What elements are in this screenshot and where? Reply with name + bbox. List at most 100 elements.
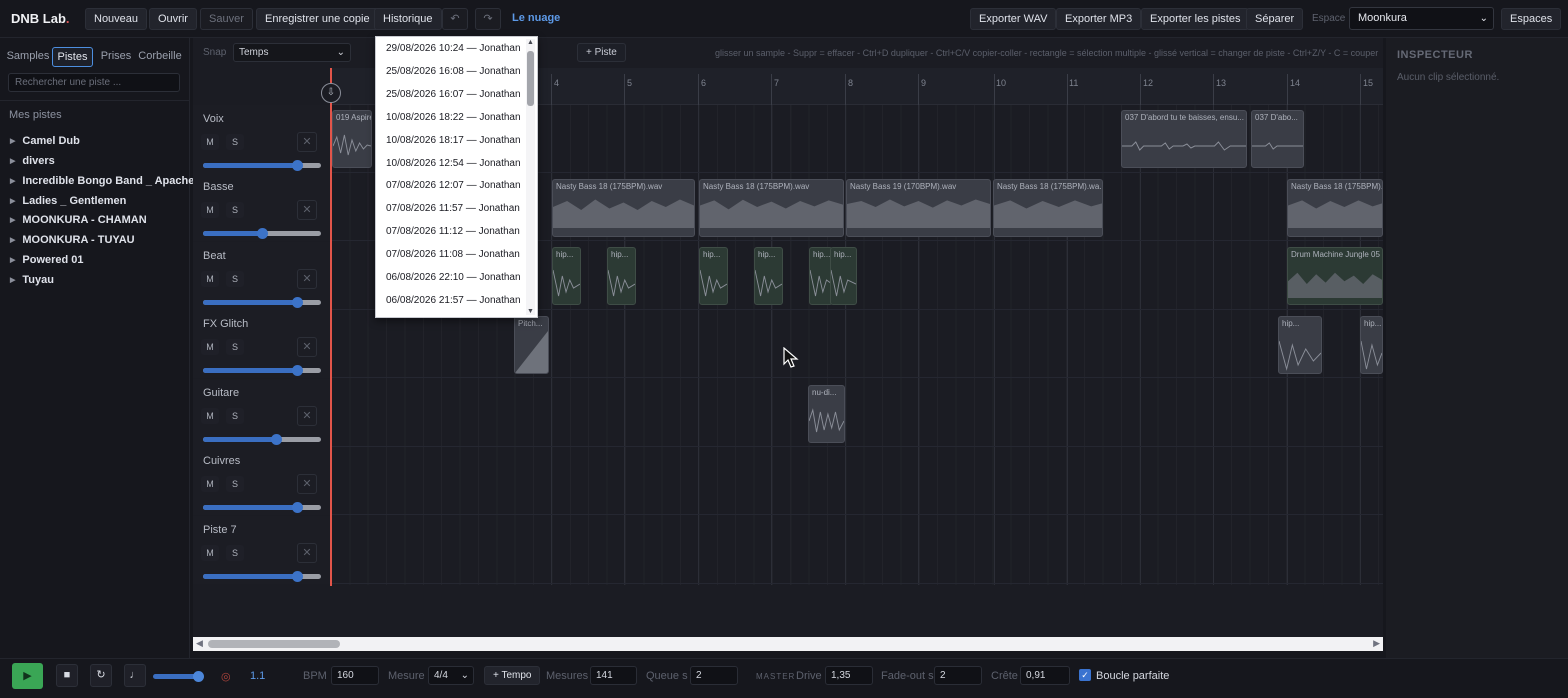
audio-clip[interactable]: Pitch... xyxy=(514,316,549,374)
close-icon[interactable]: ✕ xyxy=(297,543,317,563)
history-item[interactable]: 10/08/2026 18:17 — Jonathan xyxy=(386,135,521,146)
snap-select[interactable]: Temps ⌄ xyxy=(233,43,351,62)
add-track-button[interactable]: + Piste xyxy=(577,43,626,62)
redo-icon[interactable]: ↷ xyxy=(475,8,501,30)
volume-slider[interactable] xyxy=(203,160,321,171)
loop-button[interactable]: ↻ xyxy=(90,664,112,687)
play-button[interactable]: ▶ xyxy=(12,663,43,689)
library-item[interactable]: ▶ Incredible Bongo Band _ Apache2 xyxy=(10,175,200,187)
playhead[interactable] xyxy=(330,68,332,586)
scroll-left-icon[interactable]: ◀ xyxy=(196,638,203,649)
mute-button[interactable]: M xyxy=(201,134,219,150)
audio-clip[interactable]: Nasty Bass 18 (175BPM).wav xyxy=(552,179,695,237)
audio-clip[interactable]: Nasty Bass 19 (170BPM).wav xyxy=(846,179,991,237)
bpm-input[interactable]: 160 xyxy=(331,666,379,685)
close-icon[interactable]: ✕ xyxy=(297,269,317,289)
scroll-up-icon[interactable]: ▲ xyxy=(527,39,534,46)
drive-input[interactable]: 1,35 xyxy=(825,666,873,685)
separate-button[interactable]: Séparer xyxy=(1246,8,1304,30)
speed-slider[interactable] xyxy=(153,671,204,682)
tab-trash[interactable]: Corbeille xyxy=(137,47,183,67)
volume-slider[interactable] xyxy=(203,297,321,308)
library-item[interactable]: ▶ Camel Dub xyxy=(10,135,80,147)
library-item[interactable]: ▶ divers xyxy=(10,155,55,167)
history-item[interactable]: 07/08/2026 11:12 — Jonathan xyxy=(386,226,520,237)
export-mp3-button[interactable]: Exporter MP3 xyxy=(1056,8,1142,30)
history-item[interactable]: 07/08/2026 12:07 — Jonathan xyxy=(386,180,521,191)
history-item[interactable]: 29/08/2026 10:24 — Jonathan xyxy=(386,43,521,54)
audio-clip[interactable]: hip... xyxy=(552,247,581,305)
save-copy-button[interactable]: Enregistrer une copie xyxy=(256,8,379,30)
audio-clip[interactable]: hip... xyxy=(699,247,728,305)
tail-input[interactable]: 2 xyxy=(690,666,738,685)
fadeout-input[interactable]: 2 xyxy=(934,666,982,685)
history-item[interactable]: 07/08/2026 11:08 — Jonathan xyxy=(386,249,520,260)
close-icon[interactable]: ✕ xyxy=(297,406,317,426)
measures-input[interactable]: 141 xyxy=(590,666,637,685)
history-item[interactable]: 25/08/2026 16:08 — Jonathan xyxy=(386,66,521,77)
volume-slider[interactable] xyxy=(203,365,321,376)
history-scrollbar[interactable]: ▲ ▼ xyxy=(526,39,535,315)
mute-button[interactable]: M xyxy=(201,476,219,492)
mute-button[interactable]: M xyxy=(201,202,219,218)
track-name[interactable]: Guitare xyxy=(203,387,239,399)
audio-clip[interactable]: Nasty Bass 18 (175BPM).wav xyxy=(699,179,844,237)
volume-slider[interactable] xyxy=(203,434,321,445)
scrollbar-thumb[interactable] xyxy=(208,640,340,648)
scrollbar-thumb[interactable] xyxy=(527,51,534,106)
scroll-right-icon[interactable]: ▶ xyxy=(1373,638,1380,649)
tab-samples[interactable]: Samples xyxy=(6,47,50,67)
perfect-loop-label[interactable]: Boucle parfaite xyxy=(1096,670,1169,682)
metronome-button[interactable]: ♩ xyxy=(124,664,146,687)
solo-button[interactable]: S xyxy=(226,271,244,287)
audio-clip[interactable]: 019 Aspiré... xyxy=(332,110,372,168)
history-button[interactable]: Historique xyxy=(374,8,442,30)
track-search-input[interactable]: Rechercher une piste ... xyxy=(8,73,180,92)
history-item[interactable]: 06/08/2026 22:10 — Jonathan xyxy=(386,272,521,283)
audio-clip[interactable]: 037 D'abord tu te baisses, ensu... xyxy=(1121,110,1247,168)
track-name[interactable]: Voix xyxy=(203,113,224,125)
scroll-down-icon[interactable]: ▼ xyxy=(527,308,534,315)
audio-clip[interactable]: hip... xyxy=(1360,316,1383,374)
record-icon[interactable]: ◎ xyxy=(221,670,231,683)
history-item[interactable]: 07/08/2026 11:57 — Jonathan xyxy=(386,203,520,214)
mute-button[interactable]: M xyxy=(201,408,219,424)
history-item[interactable]: 25/08/2026 16:07 — Jonathan xyxy=(386,89,521,100)
volume-slider[interactable] xyxy=(203,502,321,513)
mute-button[interactable]: M xyxy=(201,271,219,287)
audio-clip[interactable]: 037 D'abo... xyxy=(1251,110,1304,168)
tab-takes[interactable]: Prises xyxy=(99,47,133,67)
solo-button[interactable]: S xyxy=(226,408,244,424)
library-item[interactable]: ▶ MOONKURA - TUYAU xyxy=(10,234,135,246)
track-name[interactable]: Basse xyxy=(203,181,234,193)
volume-slider[interactable] xyxy=(203,228,321,239)
library-item[interactable]: ▶ Powered 01 xyxy=(10,254,84,266)
audio-clip[interactable]: Drum Machine Jungle 05 xyxy=(1287,247,1383,305)
audio-clip[interactable]: hip... xyxy=(1278,316,1322,374)
stop-button[interactable]: ■ xyxy=(56,664,78,687)
close-icon[interactable]: ✕ xyxy=(297,474,317,494)
playhead-handle-icon[interactable]: ⇩ xyxy=(321,83,341,103)
spaces-button[interactable]: Espaces xyxy=(1501,8,1562,30)
save-button[interactable]: Sauver xyxy=(200,8,253,30)
audio-clip[interactable]: Nasty Bass 18 (175BPM).w xyxy=(1287,179,1383,237)
close-icon[interactable]: ✕ xyxy=(297,132,317,152)
track-name[interactable]: Cuivres xyxy=(203,455,240,467)
space-select[interactable]: Moonkura ⌄ xyxy=(1349,7,1494,30)
solo-button[interactable]: S xyxy=(226,134,244,150)
add-tempo-button[interactable]: + Tempo xyxy=(484,666,541,685)
solo-button[interactable]: S xyxy=(226,476,244,492)
crest-input[interactable]: 0,91 xyxy=(1020,666,1070,685)
track-name[interactable]: Piste 7 xyxy=(203,524,237,536)
close-icon[interactable]: ✕ xyxy=(297,337,317,357)
history-item[interactable]: 06/08/2026 21:57 — Jonathan xyxy=(386,295,521,306)
library-item[interactable]: ▶ Tuyau xyxy=(10,274,54,286)
timeline-ruler[interactable]: 4 5 6 7 8 9 10 11 12 13 14 15 xyxy=(193,68,1383,105)
close-icon[interactable]: ✕ xyxy=(297,200,317,220)
new-button[interactable]: Nouveau xyxy=(85,8,148,30)
history-item[interactable]: 10/08/2026 18:22 — Jonathan xyxy=(386,112,521,123)
track-name[interactable]: FX Glitch xyxy=(203,318,248,330)
solo-button[interactable]: S xyxy=(226,202,244,218)
audio-clip[interactable]: hip... xyxy=(830,247,857,305)
undo-icon[interactable]: ↶ xyxy=(442,8,468,30)
